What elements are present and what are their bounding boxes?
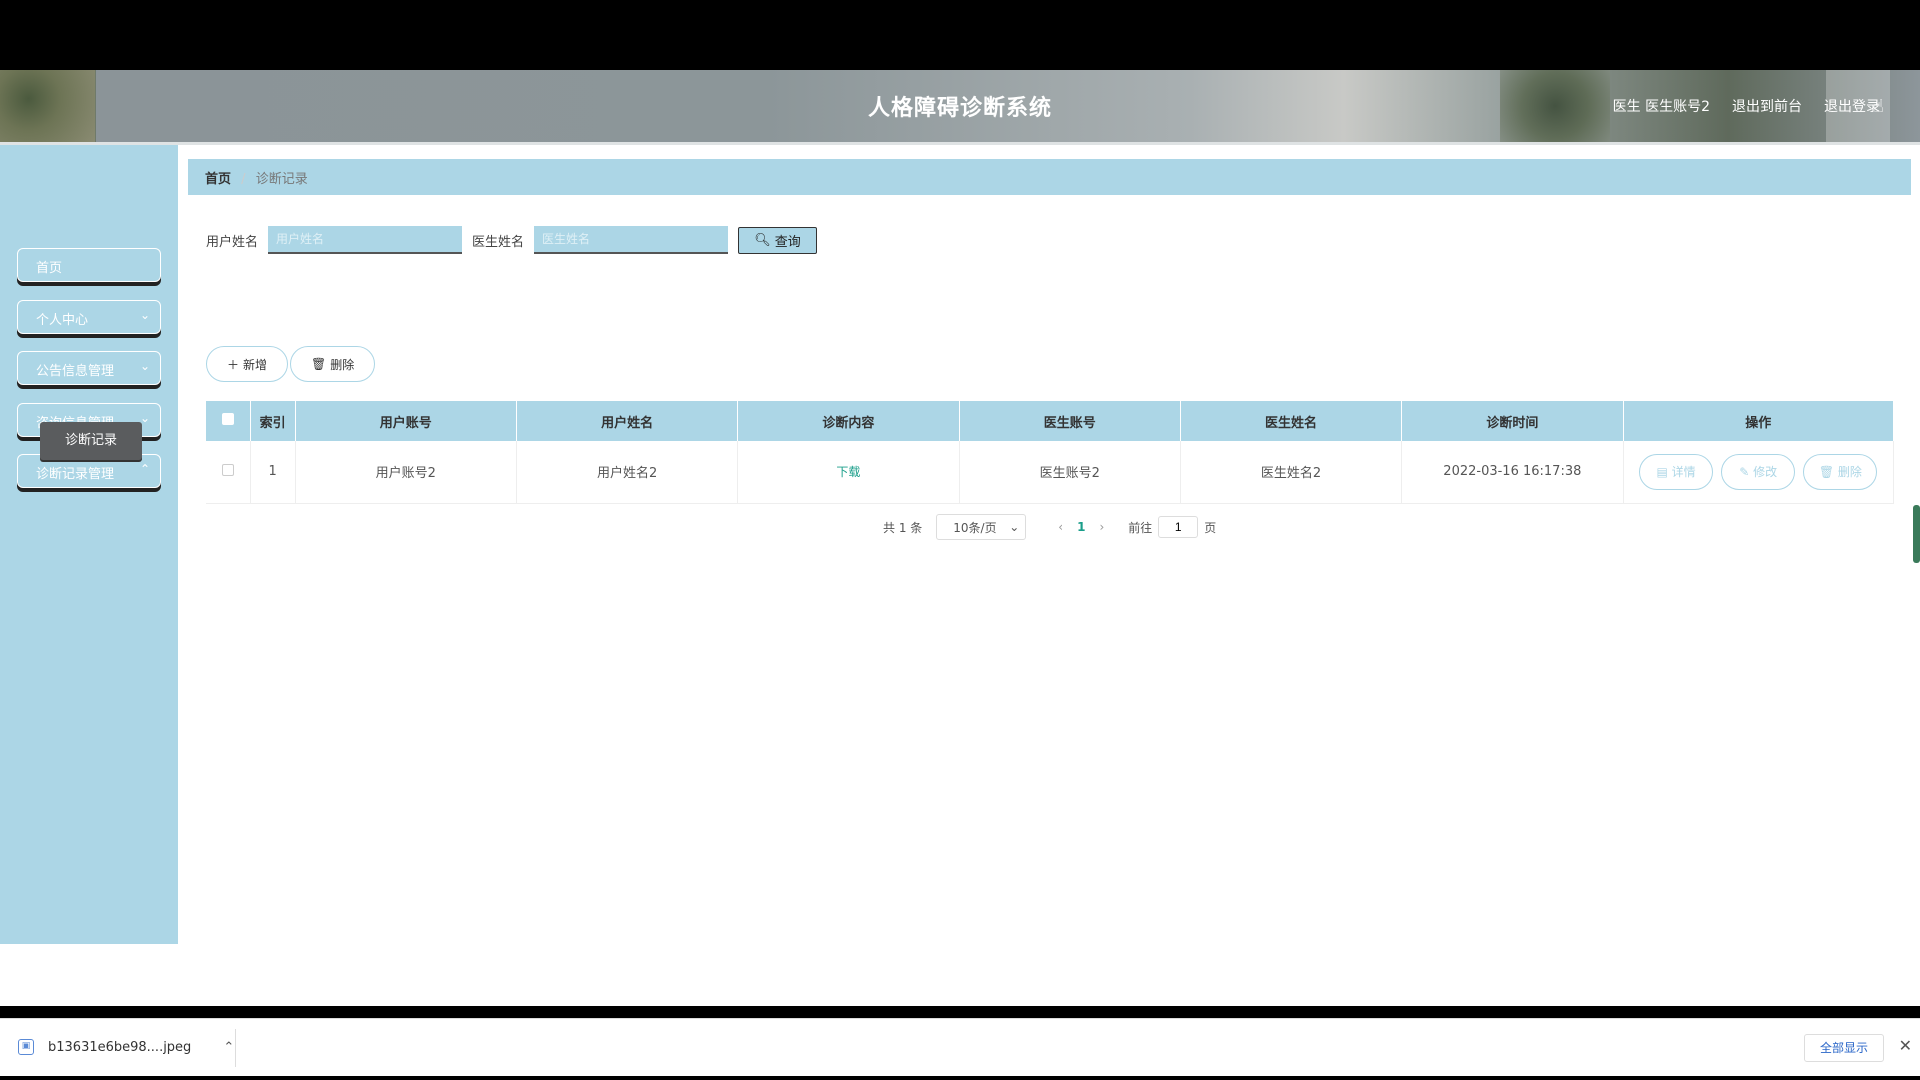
query-button[interactable]: 🔍︎ 查询 <box>738 226 818 254</box>
edit-button[interactable]: ✎ 修改 <box>1721 453 1796 490</box>
chevron-up-icon: ⌃ <box>139 462 150 476</box>
cell-doctor-name: 医生姓名2 <box>1180 441 1403 504</box>
edit-label: 修改 <box>1753 465 1778 480</box>
trash-icon: 🗑︎ <box>1818 464 1838 479</box>
records-table: 索引 用户账号 用户姓名 诊断内容 医生账号 医生姓名 诊断时间 操作 1 用户… <box>206 401 1894 504</box>
action-bar: ＋ 新增 🗑︎ 删除 <box>206 346 376 382</box>
breadcrumb-separator: / <box>241 172 246 187</box>
show-all-button[interactable]: 全部显示 <box>1804 1034 1884 1062</box>
plus-icon: ＋ <box>227 357 240 372</box>
download-file-name: b13631e6be98....jpeg <box>48 1039 192 1055</box>
page-number[interactable]: 1 <box>1077 520 1085 534</box>
col-doctor-name: 医生姓名 <box>1180 401 1403 441</box>
user-info: 医生 医生账号2 <box>1612 99 1710 115</box>
col-actions: 操作 <box>1623 401 1894 441</box>
cell-content: 下载 <box>737 441 960 504</box>
scrollbar-thumb[interactable] <box>1913 505 1920 563</box>
close-icon[interactable]: ✕ <box>1899 1036 1912 1055</box>
breadcrumb-home[interactable]: 首页 <box>205 172 231 187</box>
batch-delete-label: 删除 <box>330 357 355 372</box>
detail-label: 详情 <box>1671 465 1696 480</box>
col-time: 诊断时间 <box>1401 401 1624 441</box>
user-name-label: 用户姓名 <box>206 234 259 250</box>
app-screen: 人格障碍诊断系统 医生 医生账号2 退出到前台 退出登录 ☝ 首页 个人中心 ⌄… <box>0 70 1920 1076</box>
chevron-down-icon: ⌄ <box>139 359 150 373</box>
edit-icon: ✎ <box>1739 464 1754 479</box>
add-button[interactable]: ＋ 新增 <box>206 346 289 382</box>
doctor-name-label: 医生姓名 <box>472 234 525 250</box>
trash-icon: 🗑︎ <box>311 357 327 371</box>
sidebar-item-label: 公告信息管理 <box>36 364 115 379</box>
cell-time: 2022-03-16 16:17:38 <box>1401 441 1624 504</box>
page-size-value: 10条/页 <box>953 520 997 535</box>
cell-actions: ▤ 详情 ✎ 修改 🗑︎ 删除 <box>1623 441 1894 504</box>
delete-button[interactable]: 🗑︎ 删除 <box>1803 453 1878 490</box>
select-all-cell <box>206 401 251 441</box>
logout-link[interactable]: 退出登录 <box>1824 96 1880 116</box>
search-icon: 🔍︎ <box>754 232 771 248</box>
sidebar-item-home[interactable]: 首页 <box>17 248 161 282</box>
total-count: 共 1 条 <box>883 520 923 535</box>
row-checkbox[interactable] <box>221 463 234 476</box>
search-form: 用户姓名 医生姓名 🔍︎ 查询 <box>206 226 818 254</box>
breadcrumb-current: 诊断记录 <box>255 172 308 187</box>
row-select-cell <box>206 441 251 504</box>
delete-label: 删除 <box>1837 465 1862 480</box>
header-divider <box>0 142 1920 145</box>
goto-label: 前往 <box>1128 520 1153 535</box>
col-content: 诊断内容 <box>737 401 960 441</box>
goto-page-input[interactable] <box>1158 516 1199 538</box>
col-user-account: 用户账号 <box>295 401 517 441</box>
sidebar-item-label: 首页 <box>36 261 63 276</box>
top-header: 人格障碍诊断系统 医生 医生账号2 退出到前台 退出登录 ☝ <box>0 70 1920 142</box>
sidebar-item-personal[interactable]: 个人中心 ⌄ <box>17 300 161 334</box>
batch-delete-button[interactable]: 🗑︎ 删除 <box>290 346 376 382</box>
pagination: 共 1 条 10条/页 ⌄ ‹ 1 › 前往 页 <box>883 514 1216 540</box>
cell-doctor-account: 医生账号2 <box>959 441 1181 504</box>
user-name-input[interactable] <box>268 226 463 254</box>
image-file-icon: ▣ <box>18 1039 34 1055</box>
download-bar: ▣ b13631e6be98....jpeg ⌃ 全部显示 ✕ <box>0 1018 1920 1076</box>
table-row: 1 用户账号2 用户姓名2 下载 医生账号2 医生姓名2 2022-03-16 … <box>206 441 1894 504</box>
page-size-select[interactable]: 10条/页 ⌄ <box>936 514 1027 540</box>
document-icon: ▤ <box>1656 464 1672 479</box>
select-all-checkbox[interactable] <box>221 413 234 425</box>
pointer-cursor-icon: ☝ <box>1873 96 1884 117</box>
page-suffix: 页 <box>1204 520 1217 535</box>
table-header-row: 索引 用户账号 用户姓名 诊断内容 医生账号 医生姓名 诊断时间 操作 <box>206 401 1894 441</box>
detail-button[interactable]: ▤ 详情 <box>1639 453 1714 490</box>
chevron-down-icon: ⌄ <box>1009 520 1020 534</box>
sidebar: 首页 个人中心 ⌄ 公告信息管理 ⌄ 咨询信息管理 ⌄ 诊断记录管理 ⌃ <box>0 145 178 944</box>
sidebar-item-notice[interactable]: 公告信息管理 ⌄ <box>17 351 161 385</box>
query-button-label: 查询 <box>774 234 801 250</box>
cell-user-name: 用户姓名2 <box>516 441 739 504</box>
col-user-name: 用户姓名 <box>516 401 739 441</box>
chevron-down-icon: ⌄ <box>139 308 150 322</box>
next-page-icon[interactable]: › <box>1099 520 1104 534</box>
chevron-up-icon[interactable]: ⌃ <box>223 1040 234 1055</box>
prev-page-icon[interactable]: ‹ <box>1058 520 1063 534</box>
cell-user-account: 用户账号2 <box>295 441 517 504</box>
doctor-name-input[interactable] <box>534 226 729 254</box>
add-button-label: 新增 <box>243 357 268 372</box>
cell-index: 1 <box>250 441 296 504</box>
col-index: 索引 <box>250 401 296 441</box>
download-link[interactable]: 下载 <box>836 465 860 479</box>
breadcrumb: 首页 / 诊断记录 <box>188 159 1911 195</box>
col-doctor-account: 医生账号 <box>959 401 1181 441</box>
sidebar-item-label: 个人中心 <box>36 313 89 328</box>
back-to-front-link[interactable]: 退出到前台 <box>1732 96 1802 116</box>
download-item[interactable]: ▣ b13631e6be98....jpeg ⌃ <box>18 1039 234 1055</box>
download-divider <box>235 1029 236 1067</box>
sidebar-subitem-diagnosis-record[interactable]: 诊断记录 <box>40 422 142 460</box>
top-links: 医生 医生账号2 退出到前台 退出登录 <box>1613 96 1880 116</box>
sidebar-item-label: 诊断记录管理 <box>36 467 115 482</box>
